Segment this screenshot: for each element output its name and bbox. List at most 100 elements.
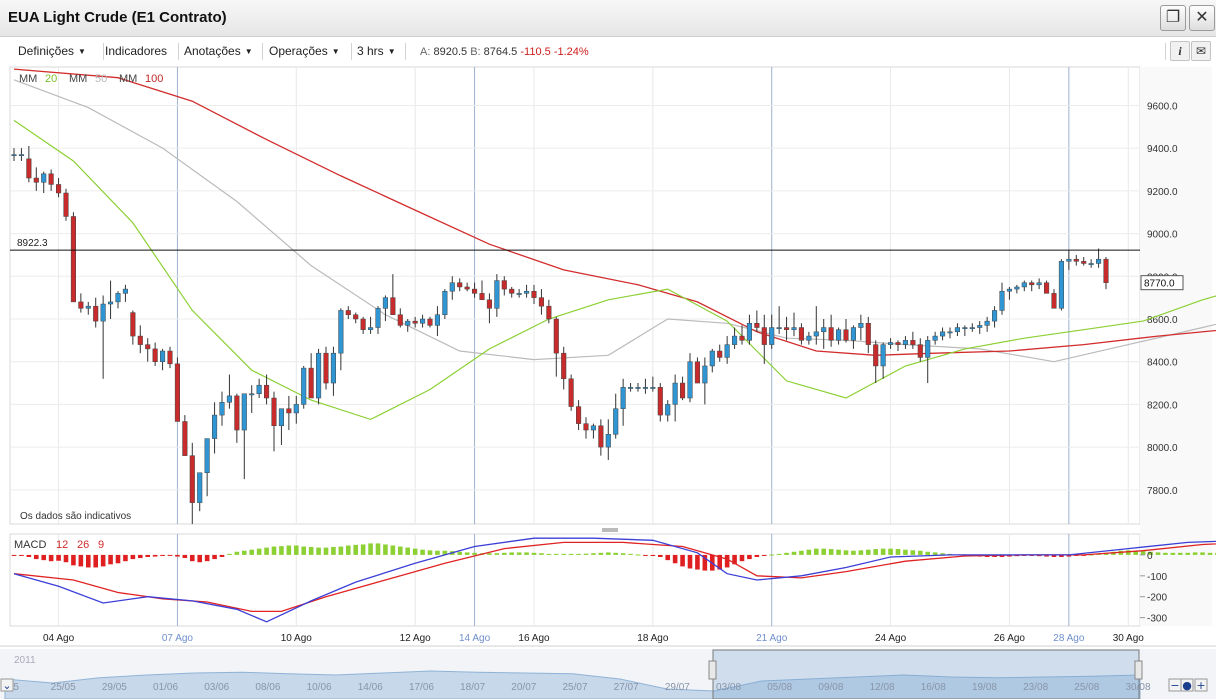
macd-hist-bar-pos [1200, 552, 1205, 555]
price-chart[interactable]: 9600.09400.09200.09000.08800.08600.08400… [0, 0, 1216, 699]
candle-down [479, 293, 485, 301]
macd-hist-bar-pos [769, 554, 775, 556]
reset-zoom-button[interactable]: ● [1180, 678, 1194, 692]
y-tick-label: 8200.0 [1147, 400, 1178, 411]
y-tick-label: 8400.0 [1147, 358, 1178, 369]
macd-hist-bar-pos [925, 551, 931, 555]
candle-up [375, 308, 381, 328]
candle-down [174, 363, 180, 422]
candle-down [145, 344, 151, 350]
macd-hist-bar-pos [932, 552, 938, 555]
macd-hist-bar-neg [137, 554, 143, 559]
candle-down [843, 329, 849, 341]
macd-hist-bar-pos [509, 552, 515, 555]
candle-down [873, 344, 879, 367]
collapse-navigator-button[interactable]: ⌄ [0, 678, 14, 692]
candle-up [100, 303, 106, 322]
macd-hist-bar-pos [516, 552, 522, 555]
candle-up [1014, 286, 1020, 290]
macd-hist-bar-neg [204, 554, 210, 562]
macd-hist-bar-pos [865, 549, 871, 555]
candle-down [657, 387, 663, 416]
navigator-date-label: 03/08 [716, 682, 741, 693]
candle-down [865, 323, 871, 345]
macd-hist-bar-pos [828, 549, 834, 555]
candle-down [1081, 261, 1087, 264]
candle [1058, 259, 1064, 311]
candle-up [1006, 288, 1012, 292]
candle [568, 374, 574, 411]
indicative-data-note: Os dados são indicativos [20, 511, 131, 522]
navigator-date-label: 27/07 [614, 682, 639, 693]
macd-hist-bar-pos [583, 553, 589, 555]
candle-up [122, 288, 128, 294]
candle-down [1051, 293, 1057, 309]
macd-hist-bar-pos [910, 550, 916, 555]
x-tick-label: 26 Ago [994, 633, 1026, 644]
macd-y-tick-label: 0 [1147, 551, 1153, 562]
macd-y-tick-label: -100 [1147, 572, 1167, 583]
navigator-date-label: 05/08 [767, 682, 792, 693]
macd-legend-param: 12 [56, 539, 68, 551]
y-tick-label: 9000.0 [1147, 230, 1178, 241]
candle-up [880, 344, 886, 367]
macd-hist-bar-pos [234, 551, 240, 555]
candle-up [665, 404, 671, 416]
y-tick-label: 9600.0 [1147, 101, 1178, 112]
macd-hist-bar-pos [472, 552, 477, 555]
candle-up [992, 310, 998, 322]
macd-hist-bar-pos [1140, 551, 1146, 555]
macd-hist-bar-pos [598, 552, 604, 555]
y-tick-label: 7800.0 [1147, 486, 1178, 497]
x-tick-label: 10 Ago [281, 633, 313, 644]
navigator-year-label: 2011 [14, 655, 36, 666]
x-tick-label: 28 Ago [1053, 633, 1085, 644]
macd-hist-bar-pos [1155, 552, 1161, 555]
legend-ma-period: 100 [145, 73, 163, 85]
navigator-date-label: 25/08 [1074, 682, 1099, 693]
candle-up [650, 387, 656, 389]
macd-hist-bar-neg [63, 554, 69, 563]
candle-down [531, 290, 537, 298]
legend-ma-period: 50 [95, 73, 107, 85]
zoom-in-button[interactable]: + [1194, 678, 1208, 692]
zoom-out-button[interactable]: − [1168, 678, 1182, 692]
candle-up [108, 301, 114, 305]
candle-up [687, 361, 693, 399]
candle-down [137, 335, 143, 345]
candle-up [732, 335, 738, 345]
candle-up [85, 305, 91, 309]
candle-up [1036, 282, 1042, 286]
candle-up [613, 408, 619, 435]
macd-hist-bar-pos [1170, 552, 1176, 555]
main-plot-area [9, 66, 1141, 525]
macd-hist-bar-neg [739, 554, 745, 562]
navigator-date-label: 10/06 [307, 682, 332, 693]
navigator-date-label: 09/08 [818, 682, 843, 693]
candle-down [784, 327, 790, 330]
candle-up [11, 154, 17, 157]
macd-hist-bar-pos [591, 553, 596, 555]
macd-hist-bar-pos [397, 546, 403, 555]
candle [1044, 280, 1050, 294]
candle-up [590, 425, 596, 431]
candle-up [204, 438, 210, 473]
candle-down [486, 299, 492, 309]
candle-up [1096, 258, 1102, 264]
macd-hist-bar-neg [41, 554, 47, 561]
candle-up [940, 331, 946, 337]
macd-hist-bar-neg [724, 554, 730, 568]
macd-hist-bar-pos [799, 550, 804, 555]
candle-down [345, 310, 351, 315]
macd-hist-bar-pos [405, 547, 411, 555]
macd-plot-area [9, 533, 1141, 627]
candle-down [895, 342, 901, 345]
candle-down [427, 318, 433, 326]
macd-hist-bar-pos [635, 554, 641, 556]
candle-down [739, 335, 745, 341]
macd-hist-bar-neg [747, 554, 752, 560]
macd-hist-bar-pos [895, 549, 901, 555]
candle-down [501, 280, 507, 290]
macd-hist-bar-pos [888, 548, 893, 555]
candle-up [858, 323, 864, 328]
